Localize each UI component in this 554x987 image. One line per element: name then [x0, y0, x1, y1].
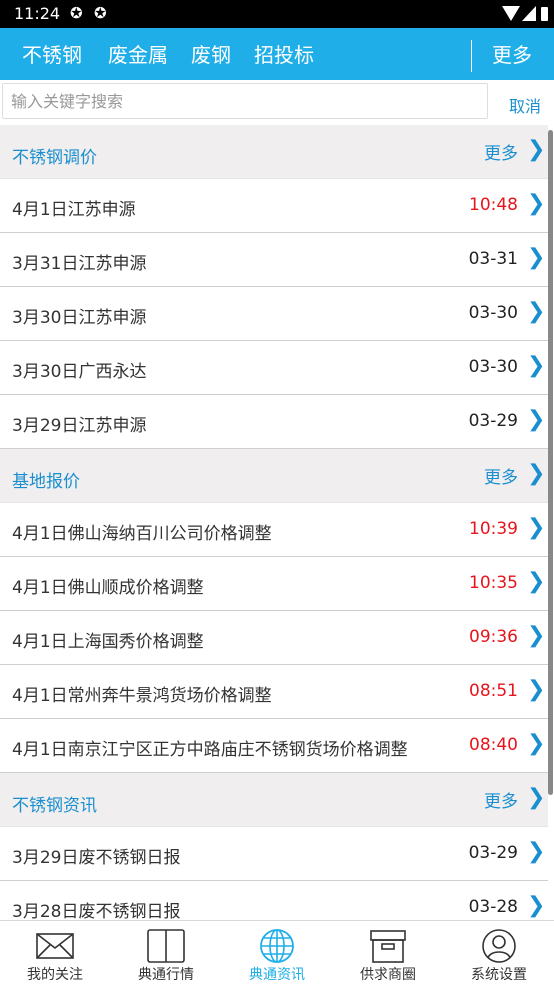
list-item[interactable]: 3月29日江苏申源 03-29 ❯: [0, 395, 548, 449]
item-time: 09:36: [469, 627, 518, 647]
item-time: 08:40: [469, 735, 518, 755]
list-item[interactable]: 3月30日广西永达 03-30 ❯: [0, 341, 548, 395]
top-nav: 不锈钢 废金属 废钢 招投标 更多: [0, 28, 554, 80]
item-time: 10:48: [469, 195, 518, 215]
item-title: 4月1日佛山顺成价格调整: [12, 578, 204, 598]
bottom-nav-label: 我的关注: [27, 967, 83, 983]
sync-icon: ✪: [70, 4, 83, 22]
search-input[interactable]: [2, 83, 488, 119]
list-item[interactable]: 4月1日常州奔牛景鸿货场价格调整 08:51 ❯: [0, 665, 548, 719]
item-title: 3月29日江苏申源: [12, 416, 147, 436]
chevron-right-icon: ❯: [527, 569, 546, 594]
chevron-right-icon: ❯: [527, 299, 546, 324]
item-title: 4月1日上海国秀价格调整: [12, 632, 204, 652]
archive-box-icon: [370, 930, 406, 963]
chevron-right-icon: ❯: [527, 893, 546, 918]
tab-stainless-steel[interactable]: 不锈钢: [22, 39, 82, 68]
bottom-nav-supply-demand[interactable]: 供求商圈: [333, 921, 443, 987]
tab-scrap-metal[interactable]: 废金属: [108, 39, 168, 68]
tab-scrap-steel[interactable]: 废钢: [191, 39, 231, 68]
battery-icon: [541, 7, 548, 21]
list-item[interactable]: 4月1日佛山海纳百川公司价格调整 10:39 ❯: [0, 503, 548, 557]
item-title: 3月30日广西永达: [12, 362, 147, 382]
item-time: 08:51: [469, 681, 518, 701]
item-time: 03-30: [468, 303, 518, 323]
chevron-right-icon: ❯: [527, 623, 546, 648]
scrollbar-thumb[interactable]: [548, 130, 553, 795]
chevron-right-icon[interactable]: ❯: [527, 461, 545, 486]
bottom-nav-label: 典通行情: [138, 967, 194, 983]
item-time: 03-29: [468, 843, 518, 863]
globe-icon: [260, 929, 294, 963]
item-title: 3月30日江苏申源: [12, 308, 147, 328]
item-title: 3月28日废不锈钢日报: [12, 902, 181, 922]
section-more-link[interactable]: 更多: [484, 139, 518, 164]
list-item[interactable]: 4月1日江苏申源 10:48 ❯: [0, 179, 548, 233]
item-title: 3月31日江苏申源: [12, 254, 147, 274]
section-header: 不锈钢资讯 更多 ❯: [0, 773, 548, 827]
chevron-right-icon: ❯: [527, 407, 546, 432]
nav-divider: [471, 40, 472, 72]
section-more-link[interactable]: 更多: [484, 787, 518, 812]
section-header: 基地报价 更多 ❯: [0, 449, 548, 503]
bottom-nav-my-follows[interactable]: 我的关注: [0, 921, 110, 987]
chevron-right-icon[interactable]: ❯: [527, 785, 545, 810]
list-item[interactable]: 4月1日南京江宁区正方中路庙庄不锈钢货场价格调整 08:40 ❯: [0, 719, 548, 773]
section-header: 不锈钢调价 更多 ❯: [0, 125, 548, 179]
wifi-icon: [502, 6, 520, 21]
section-title: 基地报价: [12, 472, 80, 492]
bottom-nav-label: 典通资讯: [249, 967, 305, 983]
status-bar: 11:24 ✪ ✪: [0, 0, 554, 28]
item-time: 03-30: [468, 357, 518, 377]
bottom-nav-label: 系统设置: [471, 967, 527, 983]
list-item[interactable]: 3月29日废不锈钢日报 03-29 ❯: [0, 827, 548, 881]
user-icon: [482, 929, 516, 963]
bottom-nav-settings[interactable]: 系统设置: [444, 921, 554, 987]
status-time: 11:24: [14, 4, 61, 23]
list-item[interactable]: 3月31日江苏申源 03-31 ❯: [0, 233, 548, 287]
section-title: 不锈钢调价: [12, 148, 97, 168]
item-time: 03-28: [468, 897, 518, 917]
chevron-right-icon: ❯: [527, 353, 546, 378]
book-icon: [147, 929, 185, 963]
nav-more-button[interactable]: 更多: [492, 39, 532, 68]
chevron-right-icon: ❯: [527, 839, 546, 864]
list-item[interactable]: 4月1日上海国秀价格调整 09:36 ❯: [0, 611, 548, 665]
chevron-right-icon: ❯: [527, 677, 546, 702]
item-title: 4月1日南京江宁区正方中路庙庄不锈钢货场价格调整: [12, 740, 408, 760]
item-time: 10:35: [469, 573, 518, 593]
item-title: 4月1日江苏申源: [12, 200, 136, 220]
cancel-button[interactable]: 取消: [509, 93, 541, 117]
chevron-right-icon: ❯: [527, 515, 546, 540]
item-title: 4月1日常州奔牛景鸿货场价格调整: [12, 686, 272, 706]
item-time: 10:39: [469, 519, 518, 539]
item-title: 4月1日佛山海纳百川公司价格调整: [12, 524, 272, 544]
bottom-nav: 我的关注 典通行情 典通资讯 供求商圈 系统设置: [0, 920, 554, 987]
chevron-right-icon: ❯: [527, 191, 546, 216]
section-more-link[interactable]: 更多: [484, 463, 518, 488]
chevron-right-icon[interactable]: ❯: [527, 137, 545, 162]
list-item[interactable]: 3月30日江苏申源 03-30 ❯: [0, 287, 548, 341]
search-bar: 取消: [0, 80, 554, 125]
bottom-nav-news[interactable]: 典通资讯: [222, 921, 332, 987]
item-title: 3月29日废不锈钢日报: [12, 848, 181, 868]
section-title: 不锈钢资讯: [12, 796, 97, 816]
chevron-right-icon: ❯: [527, 731, 546, 756]
list-item[interactable]: 4月1日佛山顺成价格调整 10:35 ❯: [0, 557, 548, 611]
chevron-right-icon: ❯: [527, 245, 546, 270]
envelope-icon: [36, 933, 74, 959]
sync-icon: ✪: [94, 4, 107, 22]
bottom-nav-market[interactable]: 典通行情: [111, 921, 221, 987]
tab-bidding[interactable]: 招投标: [254, 39, 314, 68]
bottom-nav-label: 供求商圈: [360, 967, 416, 983]
news-list: 不锈钢调价 更多 ❯ 4月1日江苏申源 10:48 ❯ 3月31日江苏申源 03-31 ❯ 3月3…: [0, 125, 548, 935]
signal-icon: [522, 6, 536, 21]
item-time: 03-29: [468, 411, 518, 431]
item-time: 03-31: [468, 249, 518, 269]
